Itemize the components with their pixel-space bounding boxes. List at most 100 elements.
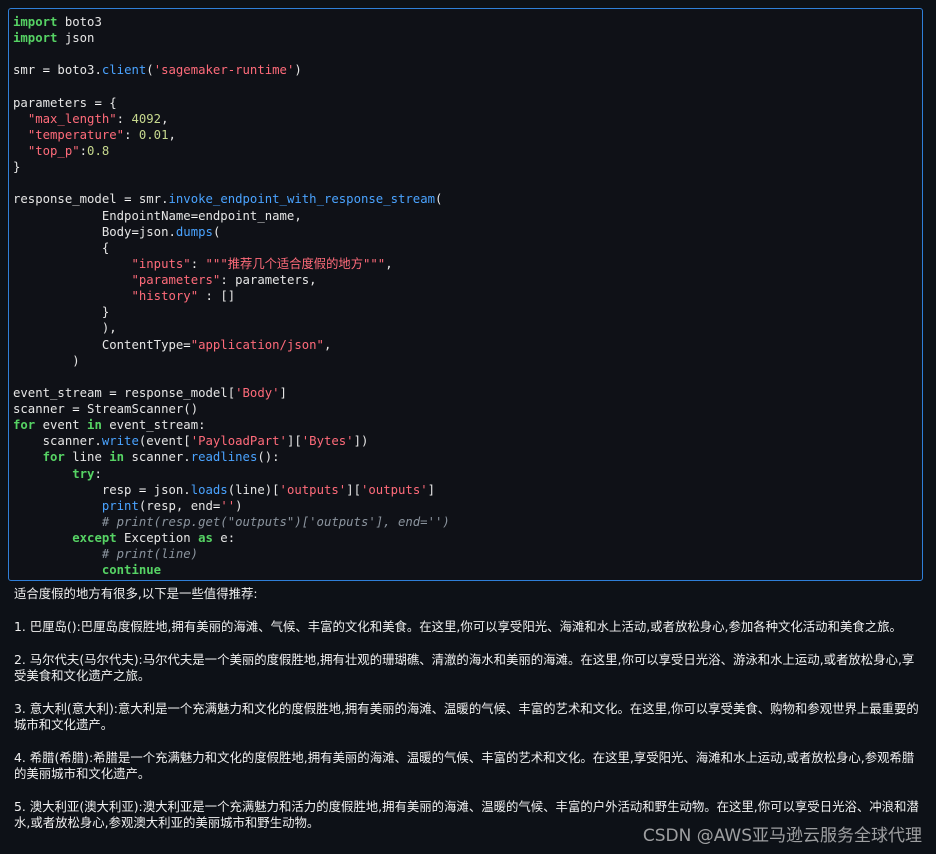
- code-token: event_stream:: [101, 418, 206, 433]
- code-token: ]: [427, 482, 436, 497]
- code-line: # print(line): [13, 546, 922, 562]
- code-line: # print(resp.get("outputs")['outputs'], …: [13, 514, 922, 530]
- code-line: smr = boto3.client('sagemaker-runtime'): [13, 62, 922, 78]
- code-line: import json: [13, 30, 922, 46]
- code-token: scanner: [13, 402, 73, 416]
- code-token: ]): [353, 434, 369, 449]
- code-token: '': [220, 498, 236, 513]
- code-line: }: [13, 159, 922, 175]
- output-item: 1. 巴厘岛():巴厘岛度假胜地,拥有美丽的海滩、气候、丰富的文化和美食。在这里…: [14, 619, 902, 634]
- code-token: boto3.: [50, 63, 102, 78]
- code-token: response_model: [13, 192, 125, 207]
- code-token: in: [87, 418, 102, 433]
- code-line: "inputs": """推荐几个适合度假的地方""",: [13, 256, 922, 272]
- code-editor[interactable]: import boto3 import json smr = boto3.clie…: [13, 14, 922, 578]
- output-intro: 适合度假的地方有很多,以下是一些值得推荐:: [14, 586, 258, 601]
- code-token: "top_p": [27, 144, 80, 158]
- code-token: in: [109, 450, 125, 465]
- code-token: (: [212, 224, 221, 239]
- code-token: scanner.: [124, 450, 191, 465]
- code-token: ,: [161, 111, 169, 126]
- code-line: for line in scanner.readlines():: [13, 449, 922, 465]
- code-token: print: [101, 498, 139, 513]
- code-line: ): [13, 353, 922, 369]
- code-token: (resp, end: [138, 498, 213, 513]
- code-line: Body=json.dumps(: [13, 224, 922, 240]
- output-item: 3. 意大利(意大利):意大利是一个充满魅力和文化的度假胜地,拥有美丽的海滩、温…: [14, 700, 919, 733]
- code-token: try: [72, 466, 95, 481]
- code-token: """推荐几个适合度假的地方""": [205, 256, 386, 271]
- code-token: smr.: [131, 192, 169, 207]
- code-token: "history": [131, 289, 199, 304]
- output-item: 2. 马尔代夫(马尔代夫):马尔代夫是一个美丽的度假胜地,拥有壮观的珊瑚礁、清澈…: [14, 651, 915, 684]
- code-token: json: [57, 31, 95, 46]
- code-token: ContentType: [13, 337, 184, 352]
- code-token: ,: [168, 127, 176, 142]
- code-token: ,: [323, 337, 332, 352]
- code-token: EndpointName: [13, 208, 191, 223]
- code-token: Exception: [116, 531, 199, 545]
- code-token: 0.01: [138, 127, 169, 142]
- code-token: json.: [146, 482, 191, 497]
- code-token: invoke_endpoint_with_response_stream: [168, 192, 436, 207]
- code-token: import: [13, 31, 58, 46]
- code-token: "parameters": [131, 273, 221, 287]
- code-token: event_stream: [13, 385, 110, 400]
- code-token: :: [94, 466, 102, 481]
- code-token: readlines: [190, 450, 258, 465]
- code-line: "parameters": parameters,: [13, 272, 922, 288]
- code-line: scanner = StreamScanner(): [13, 401, 922, 417]
- code-line: for event in event_stream:: [13, 417, 922, 433]
- code-token: for: [42, 450, 65, 465]
- code-token: StreamScanner(): [79, 402, 199, 416]
- code-token: continue: [101, 563, 162, 578]
- code-line: except Exception as e:: [13, 530, 922, 546]
- code-line: resp = json.loads(line)['outputs']['outp…: [13, 482, 922, 498]
- code-token: # print(resp.get("outputs")['outputs'], …: [13, 514, 450, 529]
- code-token: response_model[: [116, 385, 236, 400]
- code-line: "temperature": 0.01,: [13, 127, 922, 143]
- code-token: (: [435, 192, 443, 207]
- code-token: 0.8: [87, 144, 110, 158]
- code-token: ][: [286, 434, 302, 449]
- code-token: parameters: [13, 95, 95, 110]
- cell-output: 适合度假的地方有很多,以下是一些值得推荐: 1. 巴厘岛():巴厘岛度假胜地,拥…: [14, 586, 926, 848]
- code-token: ,: [385, 256, 393, 271]
- code-token: 'Bytes': [301, 434, 354, 449]
- code-line: "history" : []: [13, 288, 922, 304]
- code-token: boto3: [57, 15, 102, 29]
- code-token: :: [190, 256, 206, 271]
- code-token: as: [198, 531, 213, 545]
- code-token: ][: [346, 482, 361, 497]
- code-token: 'outputs': [361, 482, 428, 497]
- code-token: event: [35, 418, 88, 433]
- code-token: =: [94, 95, 102, 110]
- code-token: }: [13, 305, 110, 320]
- code-line: continue: [13, 562, 922, 578]
- code-token: 4092: [131, 111, 162, 126]
- code-token: 'outputs': [279, 482, 347, 497]
- code-line: scanner.write(event['PayloadPart']['Byte…: [13, 433, 922, 449]
- code-token: =: [190, 208, 199, 223]
- code-line: import boto3: [13, 14, 922, 30]
- code-token: ): [294, 63, 302, 78]
- code-token: :: [124, 127, 139, 142]
- code-line: {: [13, 240, 922, 256]
- code-token: endpoint_name,: [198, 208, 302, 223]
- code-token: : parameters,: [220, 273, 317, 287]
- code-cell[interactable]: import boto3 import json smr = boto3.clie…: [8, 8, 923, 581]
- code-line: parameters = {: [13, 95, 922, 111]
- code-token: : []: [198, 289, 236, 304]
- code-line: event_stream = response_model['Body']: [13, 385, 922, 401]
- code-token: client: [101, 63, 147, 78]
- code-line: print(resp, end=''): [13, 498, 922, 514]
- code-token: {: [101, 95, 117, 110]
- code-token: "application/json": [190, 337, 324, 352]
- code-token: =: [109, 385, 117, 400]
